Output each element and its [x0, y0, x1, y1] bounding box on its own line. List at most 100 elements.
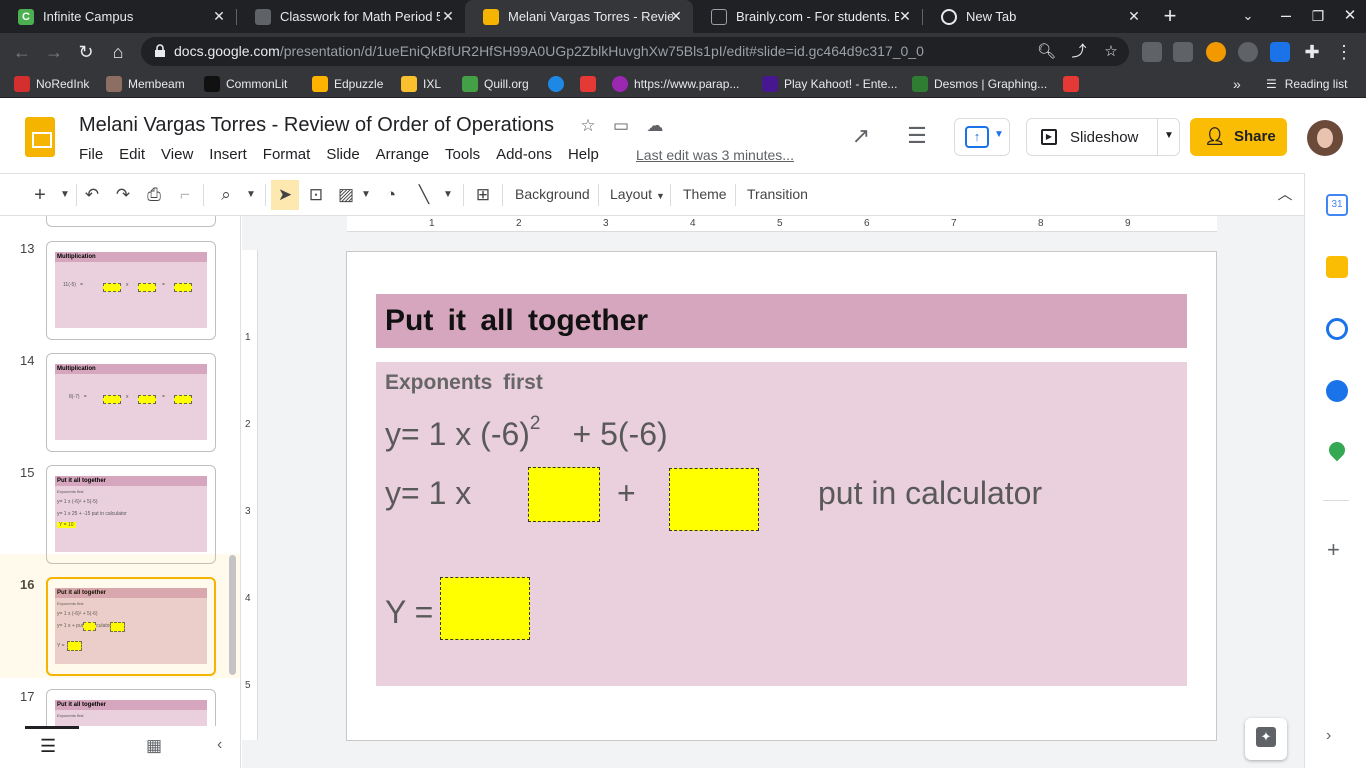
- add-comment-icon[interactable]: ⊞: [471, 183, 495, 207]
- slide-thumbnail[interactable]: Multiplication 8(-7) = x =: [46, 353, 216, 452]
- avatar[interactable]: [1307, 120, 1343, 156]
- bookmark-edpuzzle[interactable]: Edpuzzle: [312, 75, 383, 93]
- chevron-down-icon[interactable]: ▼: [436, 183, 460, 207]
- slides-logo-icon[interactable]: [25, 117, 55, 157]
- reading-list-button[interactable]: ☰ Reading list: [1266, 75, 1347, 93]
- shape-icon[interactable]: ◔: [379, 183, 403, 207]
- more-bookmarks-icon[interactable]: »: [1233, 75, 1241, 93]
- extension-icon[interactable]: [1173, 42, 1193, 62]
- equation-line-1[interactable]: y= 1 x (-6)2 + 5(-6): [385, 413, 668, 453]
- menu-addons[interactable]: Add-ons: [496, 146, 552, 163]
- tab-classwork[interactable]: Classwork for Math Period 5 ( ✕: [237, 0, 465, 33]
- power-icon[interactable]: [1238, 42, 1258, 62]
- layout-button[interactable]: Layout ▼: [610, 186, 665, 202]
- bookmark-membeam[interactable]: Membeam: [106, 75, 185, 93]
- undo-icon[interactable]: ↶: [80, 183, 104, 207]
- filmstrip-view-icon[interactable]: ☰: [40, 736, 56, 757]
- equation-line-2-lhs[interactable]: y= 1 x: [385, 475, 471, 512]
- background-button[interactable]: Background: [515, 186, 590, 202]
- menu-format[interactable]: Format: [263, 146, 311, 163]
- chevron-down-icon[interactable]: ▼: [1164, 130, 1174, 141]
- collapse-side-panel-icon[interactable]: ›: [1326, 727, 1331, 745]
- slide-thumbnail[interactable]: Put it all together Exponents first y= 1…: [46, 465, 216, 564]
- new-tab-plus-icon[interactable]: +: [1157, 3, 1183, 29]
- filmstrip-scrollbar[interactable]: [229, 555, 236, 675]
- bookmark-star-icon[interactable]: ☆: [1102, 43, 1120, 61]
- slideshow-button[interactable]: ▶ Slideshow ▼: [1026, 118, 1180, 156]
- keep-icon[interactable]: [1326, 256, 1348, 278]
- bookmark-desmos[interactable]: Desmos | Graphing...: [912, 75, 1047, 93]
- present-to-meeting-button[interactable]: ↑ ▼: [954, 118, 1010, 156]
- bookmark-commonlit[interactable]: CommonLit: [204, 75, 287, 93]
- answer-box-result[interactable]: [440, 577, 530, 640]
- minimize-icon[interactable]: –: [1273, 2, 1299, 28]
- extension-on-icon[interactable]: [1206, 42, 1226, 62]
- close-icon[interactable]: ✕: [440, 8, 456, 24]
- restore-icon[interactable]: ❐: [1305, 3, 1331, 29]
- theme-button[interactable]: Theme: [683, 186, 727, 202]
- result-label[interactable]: Y =: [385, 594, 433, 631]
- share-page-icon[interactable]: ⤴: [1070, 43, 1088, 61]
- bookmark-youtube[interactable]: [580, 75, 602, 93]
- move-folder-icon[interactable]: ▭: [611, 116, 631, 136]
- slide-thumbnail-partial[interactable]: [46, 216, 216, 227]
- bookmark-youtube[interactable]: [1063, 75, 1085, 93]
- close-icon[interactable]: ✕: [668, 8, 684, 24]
- share-button[interactable]: 👤︎ Share: [1190, 118, 1287, 156]
- redo-icon[interactable]: ↷: [111, 183, 135, 207]
- back-icon[interactable]: ←: [9, 39, 35, 65]
- bookmark-parap[interactable]: https://www.parap...: [612, 75, 739, 93]
- tab-new-tab[interactable]: New Tab ✕: [923, 0, 1151, 33]
- tab-brainly[interactable]: Brainly.com - For students. By ✕: [693, 0, 922, 33]
- slide-thumbnail-selected[interactable]: Put it all together Exponents first y= 1…: [46, 577, 216, 676]
- comments-icon[interactable]: ☰: [904, 123, 930, 149]
- print-icon[interactable]: ⎙: [142, 183, 166, 207]
- answer-box-product[interactable]: [669, 468, 759, 531]
- menu-edit[interactable]: Edit: [119, 146, 145, 163]
- activity-trend-icon[interactable]: ↗: [848, 123, 874, 149]
- maps-icon[interactable]: [1325, 438, 1349, 462]
- bookmark-icon-only[interactable]: [548, 75, 570, 93]
- menu-help[interactable]: Help: [568, 146, 599, 163]
- close-icon[interactable]: ✕: [211, 8, 227, 24]
- contacts-icon[interactable]: [1326, 380, 1348, 402]
- explore-button[interactable]: ✦: [1245, 718, 1287, 760]
- tab-search-chevron-icon[interactable]: ⌄: [1235, 3, 1261, 29]
- tasks-icon[interactable]: [1326, 318, 1348, 340]
- bookmark-noredink[interactable]: NoRedInk: [14, 75, 89, 93]
- slide-thumbnail[interactable]: Put it all together Exponents first: [46, 689, 216, 726]
- extension-b-icon[interactable]: [1270, 42, 1290, 62]
- last-edit-link[interactable]: Last edit was 3 minutes...: [636, 147, 794, 163]
- chrome-menu-icon[interactable]: ⋮: [1331, 39, 1357, 65]
- calendar-icon[interactable]: 31: [1326, 194, 1348, 216]
- close-icon[interactable]: ✕: [897, 8, 913, 24]
- transition-button[interactable]: Transition: [747, 186, 808, 202]
- grid-view-icon[interactable]: ▦: [146, 736, 162, 756]
- collapse-filmstrip-icon[interactable]: ‹: [217, 736, 222, 754]
- menu-arrange[interactable]: Arrange: [376, 146, 429, 163]
- text-box-icon[interactable]: ⊡: [304, 183, 328, 207]
- address-bar[interactable]: docs.google.com/presentation/d/1ueEniQkB…: [141, 37, 1129, 66]
- menu-file[interactable]: File: [79, 146, 103, 163]
- bookmark-quill[interactable]: Quill.org: [462, 75, 529, 93]
- puzzle-extensions-icon[interactable]: ✚: [1299, 39, 1325, 65]
- new-slide-plus-icon[interactable]: +: [28, 183, 52, 207]
- chevron-down-icon[interactable]: ▼: [354, 183, 378, 207]
- star-icon[interactable]: ☆: [578, 116, 598, 136]
- forward-icon[interactable]: →: [41, 39, 67, 65]
- reload-icon[interactable]: ↻: [73, 39, 99, 65]
- chevron-down-icon[interactable]: ▼: [239, 183, 263, 207]
- bookmark-ixl[interactable]: IXL: [401, 75, 441, 93]
- menu-slide[interactable]: Slide: [326, 146, 359, 163]
- extension-icon[interactable]: [1142, 42, 1162, 62]
- calculator-note[interactable]: put in calculator: [818, 475, 1042, 512]
- slide-thumbnail[interactable]: Multiplication 11(-5) = x =: [46, 241, 216, 340]
- answer-box-exponent[interactable]: [528, 467, 600, 522]
- menu-view[interactable]: View: [161, 146, 193, 163]
- zoom-icon[interactable]: ⌕: [214, 183, 238, 207]
- zoom-icon[interactable]: 🔍︎: [1037, 43, 1056, 61]
- slide-title[interactable]: Put it all together: [385, 304, 648, 338]
- document-title[interactable]: Melani Vargas Torres - Review of Order o…: [79, 114, 554, 137]
- menu-tools[interactable]: Tools: [445, 146, 480, 163]
- window-close-icon[interactable]: ✕: [1337, 3, 1363, 29]
